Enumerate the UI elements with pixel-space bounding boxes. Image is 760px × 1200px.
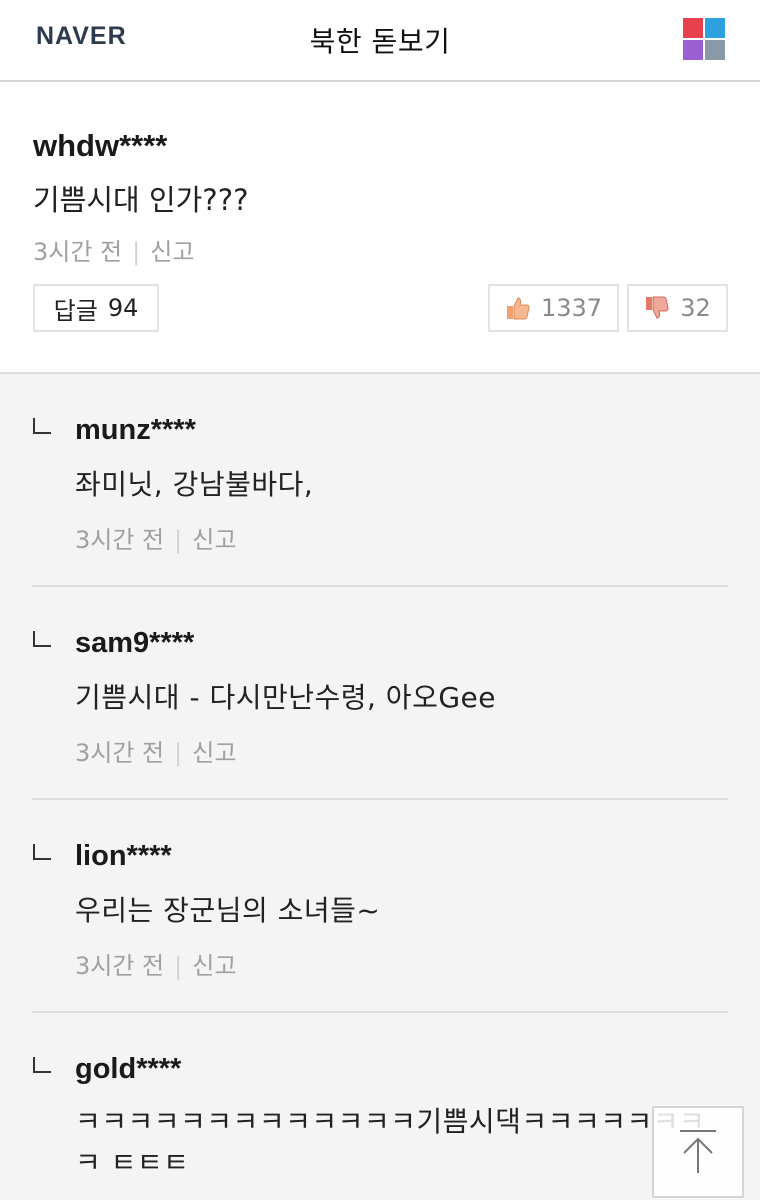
- reply-corner-icon: [33, 418, 51, 434]
- grid-cell: [683, 18, 703, 38]
- dislike-count: 32: [680, 294, 711, 322]
- reply-username[interactable]: munz****: [75, 414, 196, 447]
- reply-username[interactable]: lion****: [75, 840, 172, 873]
- comment-meta: 3시간 전 | 신고: [33, 232, 194, 267]
- reply-button[interactable]: 답글 94: [33, 284, 159, 332]
- reply-username[interactable]: sam9****: [75, 627, 194, 660]
- like-count: 1337: [540, 294, 603, 322]
- arrow-up-icon: [680, 1130, 716, 1173]
- reply-meta: 3시간 전 | 신고: [75, 520, 236, 555]
- reply-meta: 3시간 전 | 신고: [75, 733, 236, 768]
- reply-time: 3시간 전: [75, 952, 165, 980]
- grid-cell: [705, 40, 725, 60]
- reply-label: 답글: [53, 296, 98, 325]
- report-link[interactable]: 신고: [150, 238, 194, 266]
- reply-text: 좌미닛, 강남불바다,: [75, 468, 314, 501]
- reply-username[interactable]: gold****: [75, 1053, 181, 1086]
- thumbs-up-icon: [506, 297, 530, 320]
- reply-time: 3시간 전: [75, 739, 165, 767]
- reply-item: gold**** ㅋㅋㅋㅋㅋㅋㅋㅋㅋㅋㅋㅋㅋ기쁨시댁ㅋㅋㅋㅋㅋㅋㅋㅋ ㅌㅌㅌ: [0, 1013, 760, 1200]
- reply-corner-icon: [33, 631, 51, 647]
- reply-time: 3시간 전: [75, 526, 165, 554]
- main-comment: whdw**** 기쁨시대 인가??? 3시간 전 | 신고 답글 94 1337 …: [0, 82, 760, 374]
- report-link[interactable]: 신고: [192, 739, 236, 767]
- reply-text: 우리는 장군님의 소녀들~: [75, 894, 381, 927]
- grid-cell: [683, 40, 703, 60]
- dislike-button[interactable]: 32: [627, 284, 728, 332]
- top-bar: NAVER 북한 돋보기: [0, 0, 760, 82]
- thumbs-down-icon: [646, 296, 669, 319]
- meta-separator: |: [174, 739, 183, 767]
- meta-separator: |: [174, 952, 183, 980]
- reply-meta: 3시간 전 | 신고: [75, 946, 236, 981]
- meta-separator: |: [132, 238, 141, 266]
- page-title: 북한 돋보기: [309, 25, 451, 58]
- reply-corner-icon: [33, 1057, 51, 1073]
- comment-username[interactable]: whdw****: [33, 128, 167, 164]
- reply-item: munz**** 좌미닛, 강남불바다, 3시간 전 | 신고: [0, 374, 760, 587]
- reply-text: 기쁨시대 - 다시만난수령, 아오Gee: [75, 681, 496, 714]
- grid-menu-icon[interactable]: [683, 18, 725, 60]
- comment-time: 3시간 전: [33, 238, 123, 266]
- grid-cell: [705, 18, 725, 38]
- report-link[interactable]: 신고: [192, 526, 236, 554]
- reply-item: lion**** 우리는 장군님의 소녀들~ 3시간 전 | 신고: [0, 800, 760, 1013]
- scroll-top-button[interactable]: [652, 1106, 744, 1198]
- reply-text: ㅋㅋㅋㅋㅋㅋㅋㅋㅋㅋㅋㅋㅋ기쁨시댁ㅋㅋㅋㅋㅋㅋㅋㅋ ㅌㅌㅌ: [75, 1105, 706, 1179]
- comment-text: 기쁨시대 인가???: [33, 183, 249, 217]
- reply-corner-icon: [33, 844, 51, 860]
- meta-separator: |: [174, 526, 183, 554]
- reply-count: 94: [107, 294, 139, 322]
- reply-item: sam9**** 기쁨시대 - 다시만난수령, 아오Gee 3시간 전 | 신고: [0, 587, 760, 800]
- like-button[interactable]: 1337: [488, 284, 619, 332]
- report-link[interactable]: 신고: [192, 952, 236, 980]
